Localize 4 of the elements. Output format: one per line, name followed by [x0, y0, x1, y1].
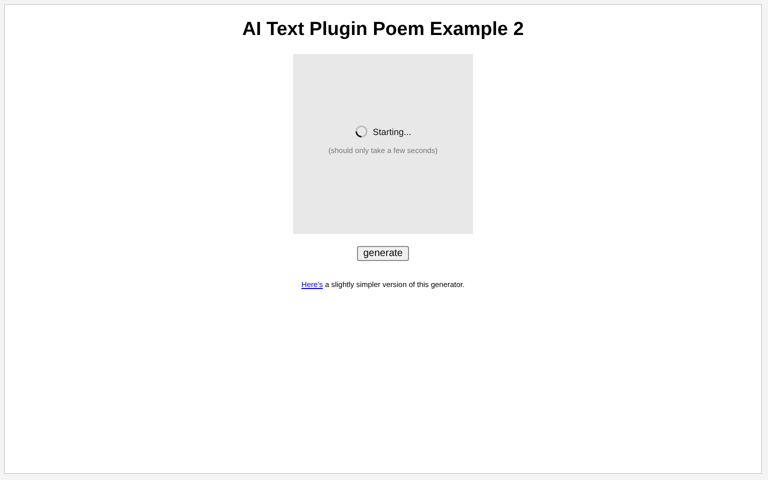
spinner-icon — [354, 125, 368, 138]
generate-button[interactable]: generate — [357, 246, 409, 261]
page-title: AI Text Plugin Poem Example 2 — [242, 19, 524, 41]
status-text: Starting... — [372, 126, 412, 136]
